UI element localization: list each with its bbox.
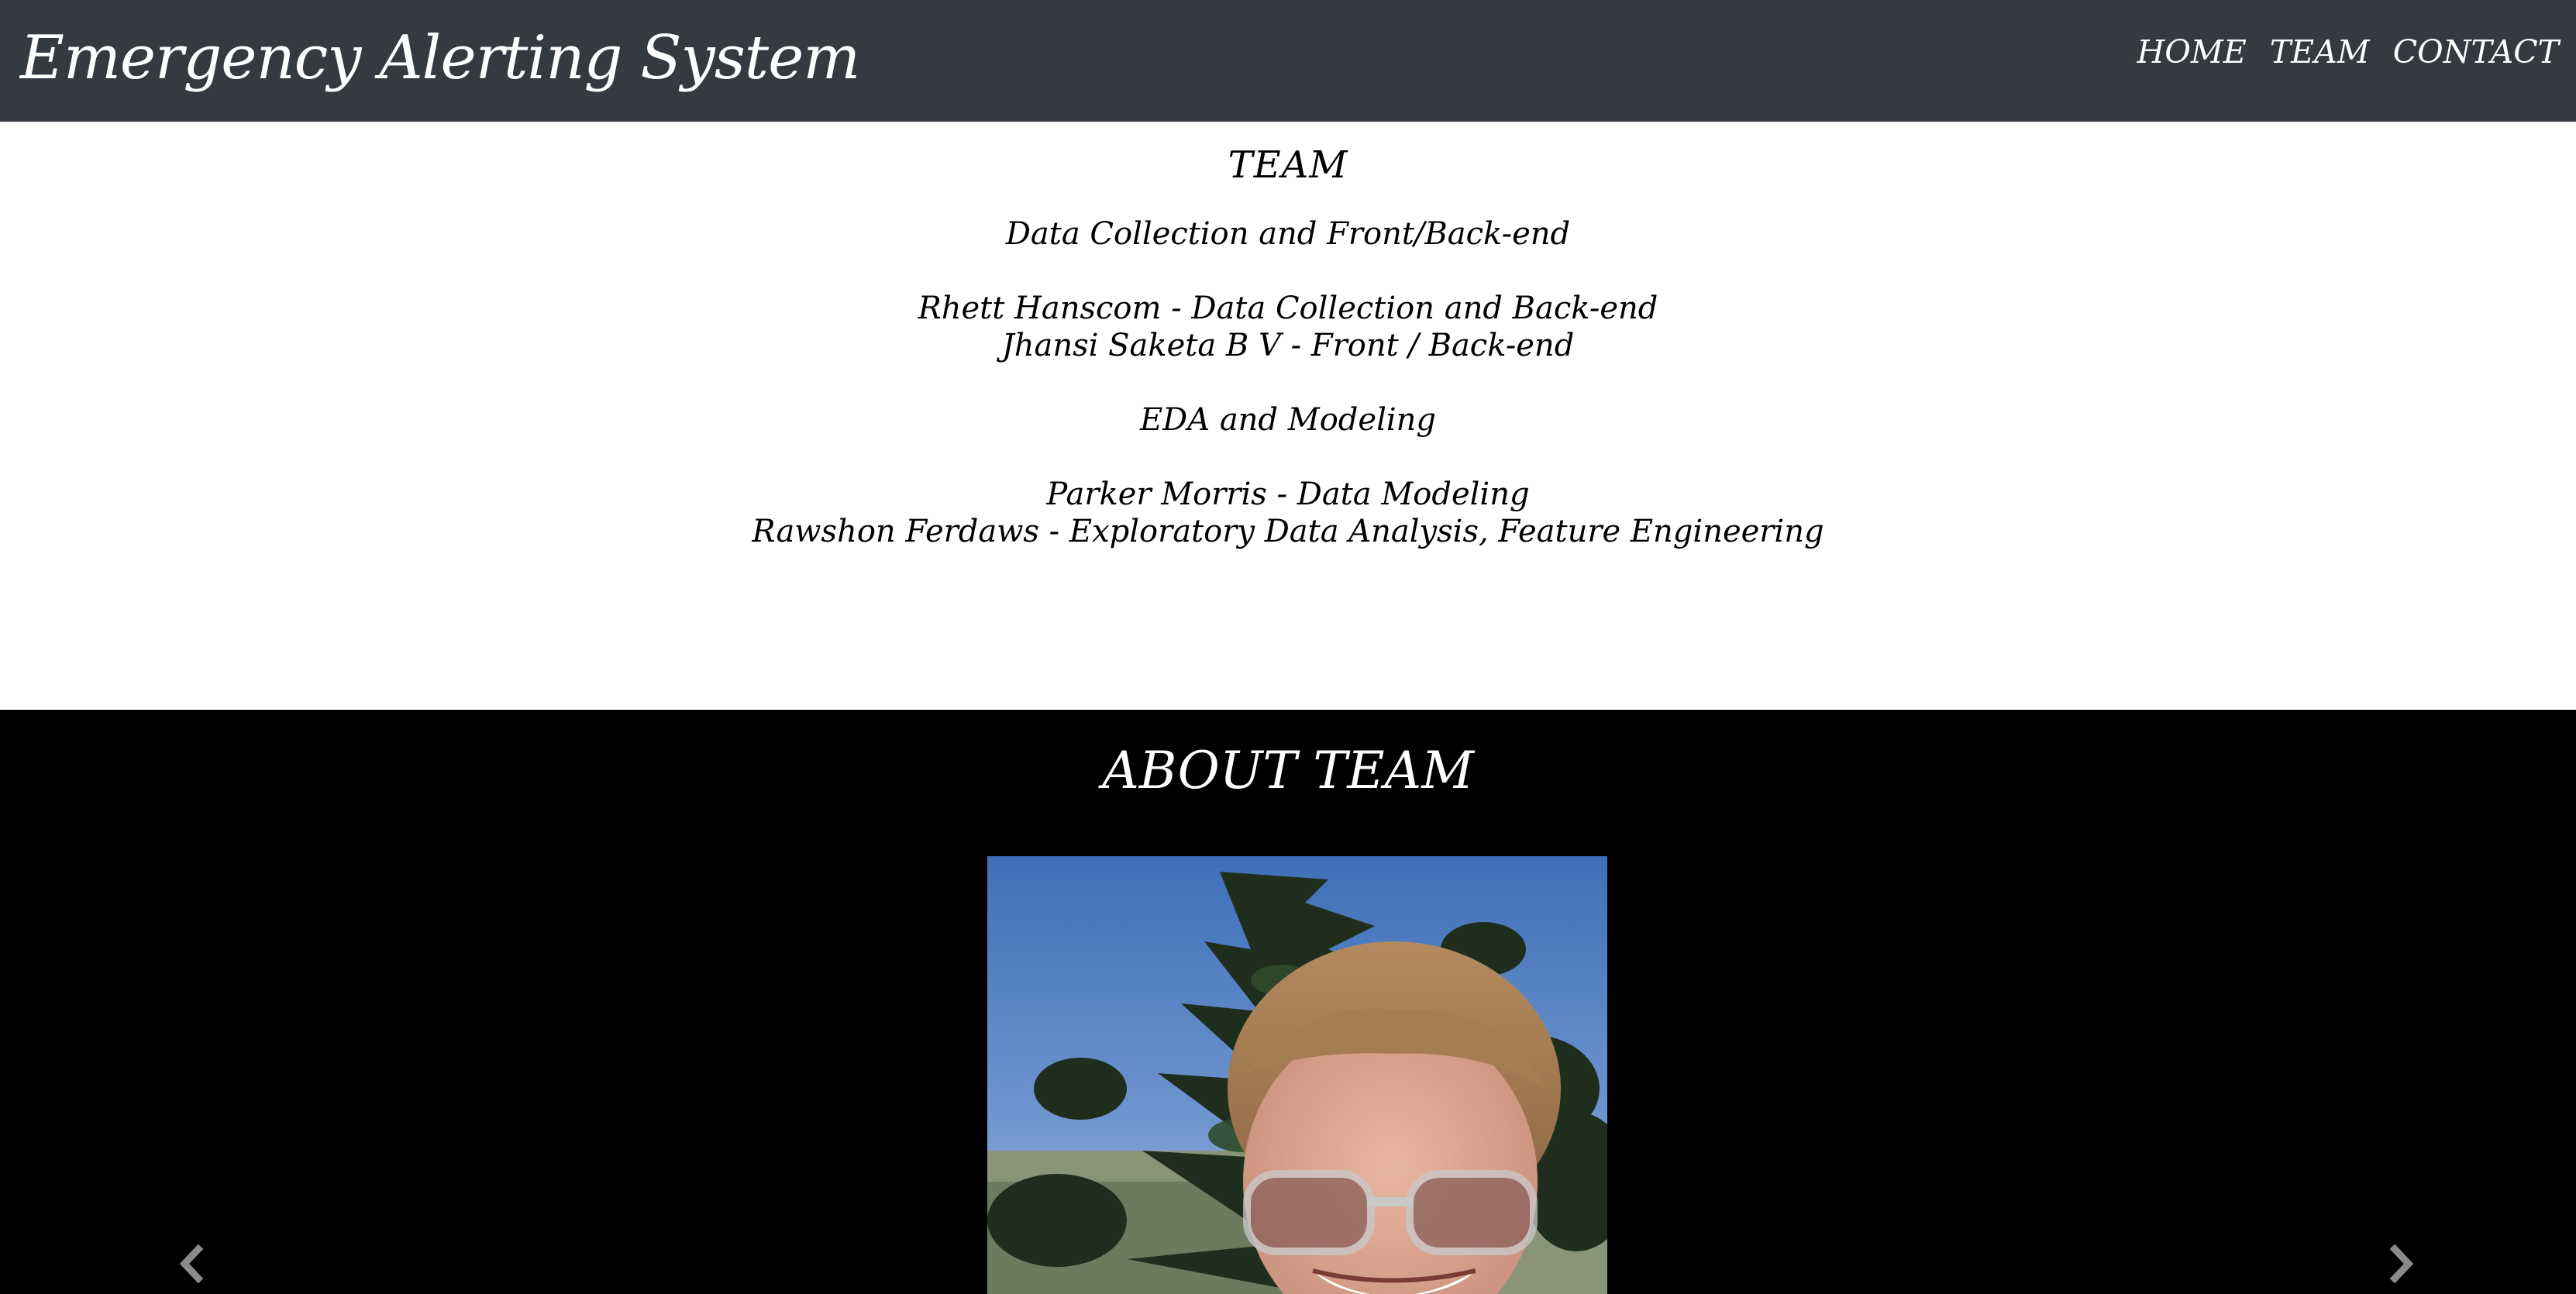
team-section: TEAM Data Collection and Front/Back-end … [0,122,2576,710]
about-team-title: ABOUT TEAM [1102,741,1474,800]
chevron-right-icon [2389,1244,2414,1284]
about-team-section: ABOUT TEAM [0,710,2576,1294]
nav-link-team[interactable]: TEAM [2270,25,2370,79]
team-member: Jhansi Saketa B V - Front / Back-end [1001,328,1575,363]
navbar: Emergency Alerting System HOME TEAM CONT… [0,0,2576,122]
carousel-prev-button[interactable] [175,1244,206,1284]
team-member: Rhett Hanscom - Data Collection and Back… [918,291,1658,326]
nav-link-contact[interactable]: CONTACT [2393,25,2559,79]
group-heading-eda-modeling: EDA and Modeling [1139,402,1437,438]
team-title: TEAM [1228,143,1348,187]
group-heading-data-collection: Data Collection and Front/Back-end [1005,216,1571,252]
team-member: Rawshon Ferdaws - Exploratory Data Analy… [752,514,1824,549]
nav-links: HOME TEAM CONTACT [2137,25,2559,79]
brand-title[interactable]: Emergency Alerting System [20,8,860,108]
chevron-left-icon [179,1244,204,1284]
nav-link-home[interactable]: HOME [2137,25,2247,79]
team-member-photo [987,856,1607,1294]
carousel-next-button[interactable] [2387,1244,2418,1284]
team-member: Parker Morris - Data Modeling [1046,477,1530,512]
